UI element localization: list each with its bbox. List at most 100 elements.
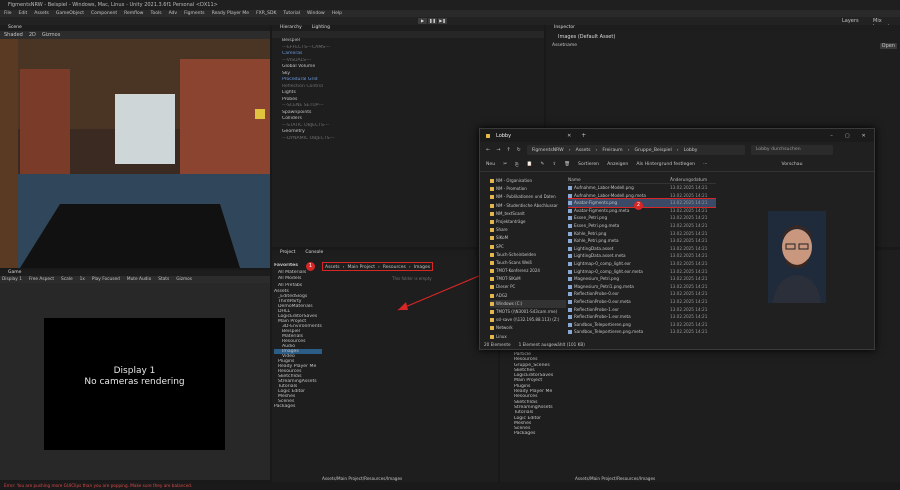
sort-button[interactable]: Sortieren (578, 162, 599, 167)
menu-item[interactable]: Window (307, 10, 325, 17)
scene-tool[interactable]: 2D (29, 31, 36, 39)
project-tree-item[interactable]: Packages (274, 404, 322, 409)
menu-item[interactable]: Figments (184, 10, 204, 17)
sidebar-item[interactable]: ADG2 (490, 292, 566, 300)
explorer-tab[interactable]: Lobby (496, 133, 511, 139)
sidebar-item[interactable]: TMOT-SIKoM (490, 275, 566, 283)
maximize-icon[interactable]: ▢ (845, 133, 850, 139)
menu-item[interactable]: Edit (19, 10, 28, 17)
tab-hierarchy[interactable]: Hierarchy (280, 25, 302, 31)
file-row[interactable]: LightingData.asset 13.02.2025 14:21 (568, 245, 716, 253)
path-segment[interactable]: Assets (576, 148, 591, 153)
sidebar-item[interactable]: TMOTS (\\N3001-S43cam.rme) (490, 308, 566, 316)
delete-icon[interactable]: 🗑 (564, 162, 570, 167)
sidebar-item[interactable]: SIKoM (490, 234, 566, 242)
forward-icon[interactable]: → (496, 147, 500, 153)
file-row[interactable]: Aufnahme_Labor-Modell.png.meta 13.02.2025… (568, 192, 716, 200)
refresh-icon[interactable]: ↻ (517, 147, 521, 153)
file-row[interactable]: Kohle_Petri.png.meta 13.02.2025 14:21 (568, 237, 716, 245)
sidebar-item[interactable]: NM_textScanlt (490, 210, 566, 218)
sidebar-item[interactable]: NM - Publikationen und Daten (490, 193, 566, 201)
open-button[interactable]: Open (879, 43, 897, 49)
paste-icon[interactable]: 📋 (527, 162, 533, 167)
sidebar-item[interactable]: NM - Promotion (490, 185, 566, 193)
file-row[interactable]: Magnesium_Petri.png 13.02.2025 14:21 (568, 275, 716, 283)
crumb[interactable]: Main Project (347, 263, 375, 270)
close-window-icon[interactable]: ✕ (862, 133, 866, 139)
console-error-line[interactable]: Error: You are pushing more GUIClips tha… (0, 482, 900, 490)
column-name[interactable]: Name (568, 177, 670, 183)
new-button[interactable]: Neu (486, 162, 495, 167)
file-row[interactable]: Aufnahme_Labor-Modell.png 13.02.2025 14:2… (568, 184, 716, 192)
hierarchy-search[interactable] (272, 31, 544, 38)
cut-icon[interactable]: ✂ (503, 162, 507, 167)
crumb[interactable]: Assets (325, 263, 340, 270)
file-row[interactable]: Sandbox_Teleportieren.png 13.02.2025 14:2… (568, 321, 716, 329)
copy-icon[interactable]: ⎘ (515, 162, 519, 168)
sidebar-item[interactable]: Network (490, 324, 566, 332)
game-option[interactable]: Play Focused (92, 276, 120, 283)
rename-icon[interactable]: ✎ (540, 162, 544, 167)
file-row[interactable]: ReflectionProbe-0.exr 13.02.2025 14:21 (568, 290, 716, 298)
scene-tool[interactable]: Shaded (4, 31, 23, 39)
file-row[interactable]: Magnesium_Petri1.png.meta 13.02.2025 14:2… (568, 283, 716, 291)
wallpaper-button[interactable]: Als Hintergrund festlegen (636, 162, 695, 167)
more-icon[interactable]: ··· (703, 162, 707, 167)
tab-lighting[interactable]: Lighting (312, 25, 330, 31)
menu-item[interactable]: Adv (169, 10, 178, 17)
game-option[interactable]: Mute Audio (127, 276, 151, 283)
minimize-icon[interactable]: – (830, 133, 833, 139)
menu-item[interactable]: Help (332, 10, 342, 17)
scene-tool[interactable]: Gizmos (42, 31, 60, 39)
path-segment[interactable]: Freiraum (602, 148, 622, 153)
sidebar-item[interactable]: Projektanträge (490, 218, 566, 226)
sidebar-item[interactable]: TMOT-Konferenz 2024 (490, 267, 566, 275)
address-bar[interactable]: FigmentsNRW › Assets › Freiraum › Gruppe_Be… (526, 145, 745, 155)
sidebar-item[interactable]: NM - Studentische Abschlussar (490, 202, 566, 210)
menu-item[interactable]: Component (91, 10, 117, 17)
menu-item[interactable]: File (4, 10, 12, 17)
file-row[interactable]: ReflectionProbe-0.exr.meta 13.02.2025 14:… (568, 298, 716, 306)
play-button[interactable]: ▶ (418, 18, 427, 24)
game-option[interactable]: Stats (158, 276, 169, 283)
pause-button[interactable]: ❚❚ (428, 18, 437, 24)
game-option[interactable]: Gizmos (176, 276, 192, 283)
step-button[interactable]: ▶❚ (438, 18, 447, 24)
view-button[interactable]: Anzeigen (607, 162, 628, 167)
back-icon[interactable]: ← (486, 147, 490, 153)
close-tab-icon[interactable]: ✕ (567, 133, 571, 139)
project-tree-item[interactable]: Packages (514, 431, 574, 436)
menu-item[interactable]: Tools (150, 10, 161, 17)
column-date[interactable]: Änderungsdatum (670, 177, 707, 183)
sidebar-item[interactable]: Dieser PC (490, 283, 566, 291)
tab-project[interactable]: Project (280, 250, 295, 256)
preview-button[interactable]: Vorschau (781, 162, 802, 167)
sidebar-item[interactable]: NM - Organisation (490, 177, 566, 185)
file-row[interactable]: Lightmap-0_comp_light.exr.meta 13.02.2025… (568, 268, 716, 276)
menu-item[interactable]: GameObject (56, 10, 84, 17)
new-tab-icon[interactable]: + (581, 132, 586, 139)
path-segment[interactable]: FigmentsNRW (532, 148, 564, 153)
path-segment[interactable]: Gruppe_Beispiel (635, 148, 672, 153)
share-icon[interactable]: ⇪ (552, 162, 556, 167)
menu-item[interactable]: Tutorial (283, 10, 300, 17)
file-row[interactable]: Kohle_Petri.png 13.02.2025 14:21 (568, 230, 716, 238)
sidebar-item[interactable]: Tauch-Scans Weiß (490, 259, 566, 267)
file-row[interactable]: ReflectionProbe-1.exr.meta 13.02.2025 14:… (568, 313, 716, 321)
sidebar-item[interactable]: ssl-save (\\132.195.88.113) (Z:) (490, 316, 566, 324)
layers-dropdown[interactable]: Layers (842, 18, 859, 24)
sidebar-item[interactable]: Tauch-Scheinbelden (490, 251, 566, 259)
file-row[interactable]: Essen_Petri.png.meta 13.02.2025 14:21 (568, 222, 716, 230)
sidebar-item[interactable]: Linux (490, 333, 566, 341)
menu-item[interactable]: Remflow (124, 10, 143, 17)
file-row[interactable]: Sandbox_Teleportieren.png.meta 13.02.2025… (568, 328, 716, 336)
menu-item[interactable]: Assets (34, 10, 49, 17)
sidebar-item[interactable]: Windows (C:) (490, 299, 566, 308)
file-row[interactable]: Lightmap-0_comp_light.exr 13.02.2025 14:2… (568, 260, 716, 268)
search-input[interactable]: Lobby durchsuchen (750, 145, 833, 155)
scale-value[interactable]: 1x (80, 276, 85, 283)
file-row[interactable]: LightingData.asset.meta 13.02.2025 14:21 (568, 252, 716, 260)
path-segment[interactable]: Lobby (684, 148, 698, 153)
scene-viewport[interactable] (0, 39, 270, 268)
up-icon[interactable]: ↑ (506, 147, 510, 153)
